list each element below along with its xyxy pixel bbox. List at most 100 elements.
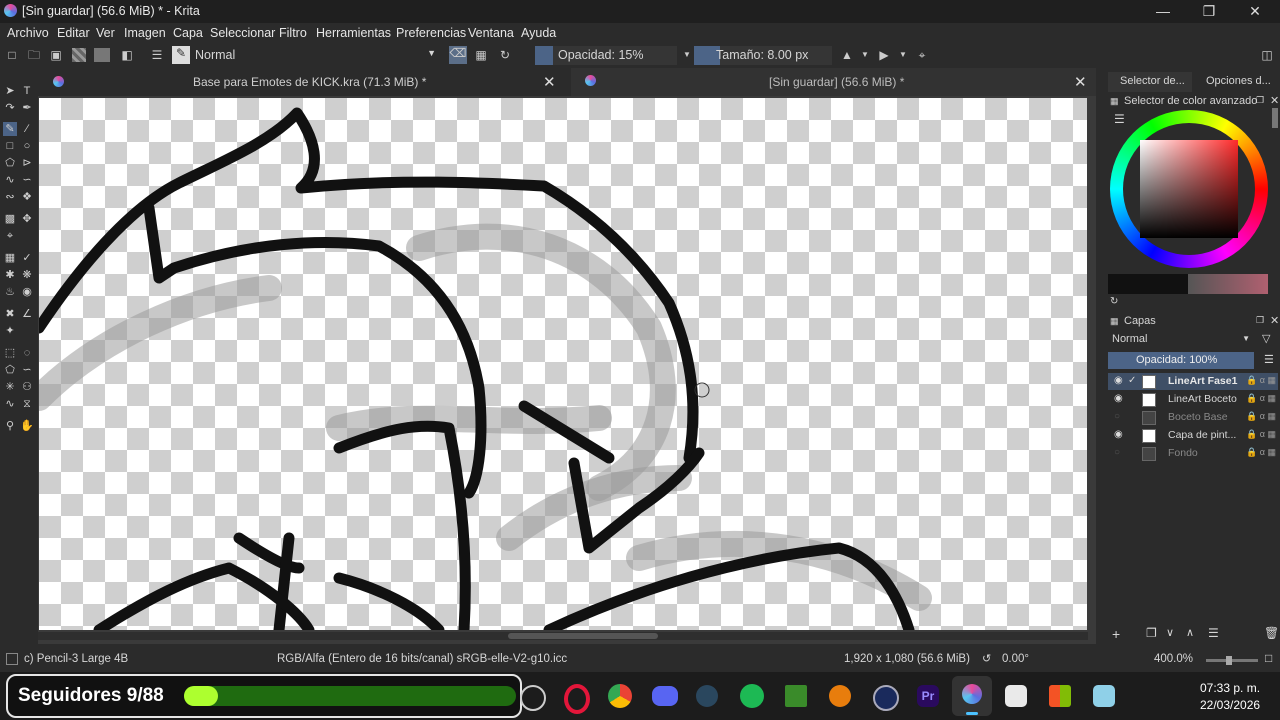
move-layer-down-icon[interactable]: ∨ <box>1166 626 1174 639</box>
calligraphy-icon[interactable]: ✒ <box>20 101 34 115</box>
float-panel-icon[interactable]: ❐ <box>1256 95 1264 106</box>
close-window-button[interactable]: ✕ <box>1232 0 1278 23</box>
layer-row-boceto-base[interactable]: ○ Boceto Base 🔒 α ▦ <box>1108 409 1278 426</box>
krita-taskbar-icon[interactable] <box>952 676 992 716</box>
preserve-alpha-icon[interactable]: ▦ <box>474 48 488 62</box>
brush-settings-icon[interactable]: ☰ <box>150 48 164 62</box>
crop-tool-icon[interactable]: ⌖ <box>3 229 17 243</box>
horizontal-scrollbar[interactable] <box>38 632 1088 640</box>
visibility-eye-icon[interactable]: ◉ <box>1114 429 1123 440</box>
gradient-tool-icon[interactable]: ▦ <box>3 251 17 265</box>
panel-icon[interactable]: ▦ <box>1110 96 1119 107</box>
ellipse-select-icon[interactable]: ◌ <box>20 346 34 360</box>
layer-opacity-slider[interactable]: Opacidad: 100% <box>1108 352 1254 369</box>
contiguous-select-icon[interactable]: ✳ <box>3 380 17 394</box>
menu-capa[interactable]: Capa <box>173 26 203 40</box>
line-tool-icon[interactable]: ∕ <box>20 122 34 136</box>
save-icon[interactable]: ▣ <box>49 48 63 62</box>
scroll-handle[interactable] <box>1272 108 1278 128</box>
layer-flags-icon[interactable]: 🔒 α ▦ <box>1246 375 1276 386</box>
menu-archivo[interactable]: Archivo <box>7 26 49 40</box>
layer-flags-icon[interactable]: 🔒 α ▦ <box>1246 411 1276 422</box>
chrome-icon[interactable] <box>608 684 632 708</box>
smart-patch-icon[interactable]: ❋ <box>20 268 34 282</box>
menu-ver[interactable]: Ver <box>96 26 115 40</box>
fg-bg-color-icon[interactable]: ◧ <box>120 48 134 62</box>
minecraft-icon[interactable] <box>785 685 807 707</box>
maximize-button[interactable]: ❐ <box>1186 0 1232 23</box>
saturation-value-square[interactable] <box>1140 140 1238 238</box>
zoom-value[interactable]: 400.0% <box>1154 653 1193 665</box>
close-panel-icon[interactable]: ✕ <box>1270 94 1279 107</box>
bezier-tool-icon[interactable]: ∿ <box>3 173 17 187</box>
add-layer-icon[interactable]: + <box>1112 626 1120 642</box>
menu-herramientas[interactable]: Herramientas <box>316 26 391 40</box>
docker-tab-color-selector[interactable]: Selector de... <box>1108 72 1192 92</box>
pattern-icon[interactable] <box>94 48 110 62</box>
settings-app-icon[interactable] <box>1093 685 1115 707</box>
menu-preferencias[interactable]: Preferencias <box>396 26 466 40</box>
transform-tool-icon[interactable]: ▩ <box>3 212 17 226</box>
assistant-tool-icon[interactable]: ✖ <box>3 307 17 321</box>
enclose-fill-icon[interactable]: ◉ <box>20 285 34 299</box>
zoom-slider[interactable] <box>1206 656 1258 665</box>
steam-icon[interactable] <box>696 685 718 707</box>
move-tool-icon[interactable]: ✥ <box>20 212 34 226</box>
visibility-eye-icon[interactable]: ◉ <box>1114 393 1123 404</box>
blend-mode-select[interactable]: Normal ▼ <box>192 46 440 65</box>
measure-tool-icon[interactable]: ∠ <box>20 307 34 321</box>
fill-tool-icon[interactable]: ♨ <box>3 285 17 299</box>
layer-properties-icon[interactable]: ☰ <box>1208 626 1219 640</box>
discord-icon[interactable] <box>652 686 678 706</box>
reload-preset-icon[interactable]: ↻ <box>498 48 512 62</box>
color-settings-icon[interactable]: ☰ <box>1114 112 1125 126</box>
clock-time[interactable]: 07:33 p. m. <box>1200 681 1260 695</box>
chevron-down-icon[interactable]: ▼ <box>858 48 872 62</box>
menu-editar[interactable]: Editar <box>57 26 90 40</box>
panel-layout-icon[interactable]: ◫ <box>1260 48 1274 62</box>
visibility-eye-icon[interactable]: ◉ <box>1114 375 1123 386</box>
eraser-mode-icon[interactable]: ⌫ <box>449 46 467 64</box>
image-dimensions[interactable]: 1,920 x 1,080 (56.6 MiB) <box>844 653 970 665</box>
size-slider[interactable]: Tamaño: 8.00 px <box>694 46 832 65</box>
text-tool-icon[interactable]: T <box>20 84 34 98</box>
close-panel-icon[interactable]: ✕ <box>1270 314 1279 327</box>
duplicate-layer-icon[interactable]: ❐ <box>1146 626 1157 640</box>
opacity-slider[interactable]: Opacidad: 15% <box>535 46 677 65</box>
rotation-icon[interactable]: ↺ <box>982 652 991 665</box>
rotation-value[interactable]: 0.00° <box>1002 653 1029 665</box>
minimize-button[interactable]: — <box>1140 0 1186 23</box>
mirror-horizontal-icon[interactable]: ▲ <box>840 48 854 62</box>
zoom-in-icon[interactable]: □ <box>1265 651 1272 665</box>
open-folder-icon[interactable]: 🗀 <box>27 48 41 62</box>
menu-ventana[interactable]: Ventana <box>468 26 514 40</box>
refresh-icon[interactable]: ↻ <box>1110 296 1118 307</box>
chevron-down-icon[interactable]: ▼ <box>680 48 694 62</box>
layers-menu-icon[interactable]: ☰ <box>1264 353 1274 366</box>
chevron-down-icon[interactable]: ▼ <box>896 48 910 62</box>
reference-tool-icon[interactable]: ✦ <box>3 324 17 338</box>
color-history-bar[interactable] <box>1108 274 1268 294</box>
freehand-path-icon[interactable]: ∽ <box>20 173 34 187</box>
brush-preset-icon[interactable]: ✎ <box>172 46 190 64</box>
ellipse-tool-icon[interactable]: ○ <box>20 139 34 153</box>
mirror-vertical-icon[interactable]: ▶ <box>877 48 891 62</box>
messenger-icon[interactable] <box>1005 685 1027 707</box>
crop-wrap-icon[interactable]: ⌖ <box>915 48 929 62</box>
color-picker-icon[interactable]: ✓ <box>20 251 34 265</box>
polygon-tool-icon[interactable]: ⬠ <box>3 156 17 170</box>
menu-ayuda[interactable]: Ayuda <box>521 26 556 40</box>
close-tab-icon[interactable]: ✕ <box>1074 73 1087 91</box>
visibility-eye-icon[interactable]: ○ <box>1114 447 1120 458</box>
edit-shape-icon[interactable]: ↷ <box>3 101 17 115</box>
checkmark-icon[interactable]: ✓ <box>1128 375 1136 386</box>
spotify-icon[interactable] <box>740 684 764 708</box>
rectangle-tool-icon[interactable]: □ <box>3 139 17 153</box>
freehand-select-icon[interactable]: ∽ <box>20 363 34 377</box>
delete-layer-icon[interactable]: 🗑 <box>1264 626 1279 640</box>
zoom-tool-icon[interactable]: ⚲ <box>3 419 17 433</box>
docker-tab-tool-options[interactable]: Opciones d... <box>1196 72 1280 92</box>
close-tab-icon[interactable]: ✕ <box>543 73 556 91</box>
layer-flags-icon[interactable]: 🔒 α ▦ <box>1246 393 1276 404</box>
layer-row-lineart-fase1[interactable]: ◉ ✓ LineArt Fase1 🔒 α ▦ <box>1108 373 1278 390</box>
